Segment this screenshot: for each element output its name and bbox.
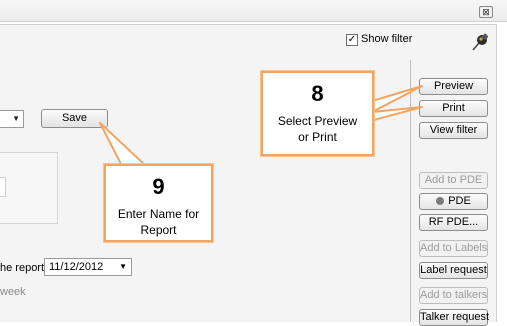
report-date-dropdown[interactable]: 11/12/2012 ▼ xyxy=(44,258,132,276)
callout-step-8-line1: Select Preview xyxy=(277,114,358,128)
callout-step-8-line2: or Print xyxy=(298,130,337,144)
callout-step-9-line2: Report xyxy=(140,223,177,237)
show-filter-checkbox[interactable]: ✓ xyxy=(346,34,358,46)
print-button[interactable]: Print xyxy=(419,100,488,117)
callout-step-8: 8 Select Preview or Print xyxy=(261,71,374,156)
preview-button[interactable]: Preview xyxy=(419,78,488,95)
options-groupbox xyxy=(0,152,58,224)
chevron-down-icon: ▼ xyxy=(119,262,127,271)
pushpin-icon[interactable] xyxy=(470,32,490,52)
add-to-labels-button[interactable]: Add to Labels xyxy=(419,240,488,257)
callout-step-9-number: 9 xyxy=(152,174,165,199)
window-titlebar xyxy=(0,0,507,22)
save-button[interactable]: Save xyxy=(41,109,108,128)
callout-step-9-line1: Enter Name for xyxy=(117,207,200,221)
add-to-pde-button[interactable]: Add to PDE xyxy=(419,172,488,189)
record-dot-icon xyxy=(436,197,445,205)
pde-label: PDE xyxy=(448,195,471,207)
report-date-label: he report xyxy=(0,262,45,274)
show-filter-label: Show filter xyxy=(361,33,413,45)
view-filter-button[interactable]: View filter xyxy=(419,122,488,139)
report-name-dropdown[interactable]: ▼ xyxy=(0,110,24,128)
close-icon[interactable]: ⊠ xyxy=(479,6,493,18)
talker-request-button[interactable]: Talker request xyxy=(419,309,489,326)
week-label: week xyxy=(0,286,26,298)
callout-step-8-number: 8 xyxy=(311,81,324,106)
toolbar-divider xyxy=(410,60,411,322)
callout-step-9: 9 Enter Name for Report xyxy=(104,164,213,242)
rf-pde-button[interactable]: RF PDE... xyxy=(419,214,488,231)
report-date-value: 11/12/2012 xyxy=(49,261,104,273)
pde-button[interactable]: PDE xyxy=(419,193,488,210)
options-field[interactable] xyxy=(0,177,6,197)
label-request-button[interactable]: Label request xyxy=(419,262,488,279)
add-to-talkers-button[interactable]: Add to talkers xyxy=(419,287,488,304)
chevron-down-icon: ▼ xyxy=(12,114,20,123)
